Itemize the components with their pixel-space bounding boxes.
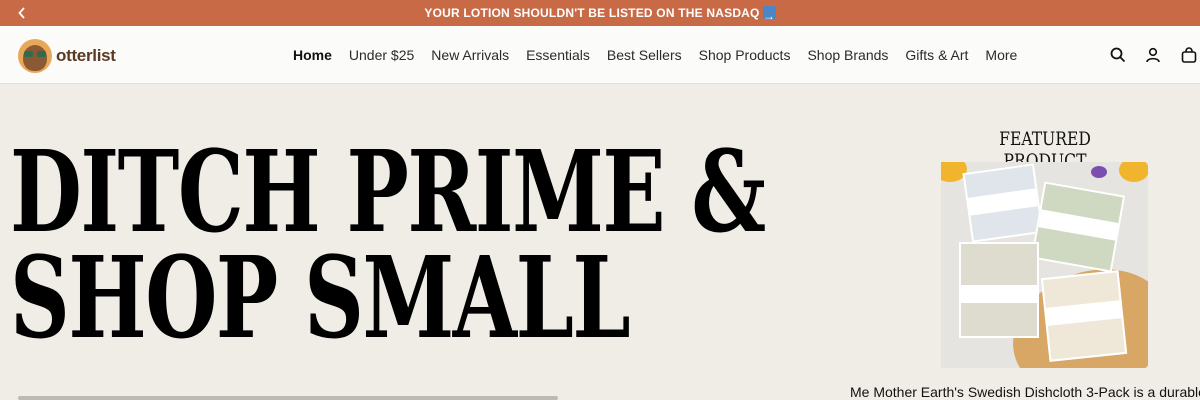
nav-item-essentials[interactable]: Essentials xyxy=(526,47,590,63)
nav-item-new-arrivals[interactable]: New Arrivals xyxy=(431,47,509,63)
search-icon[interactable] xyxy=(1110,47,1126,63)
nav-item-shop-brands[interactable]: Shop Brands xyxy=(807,47,888,63)
cart-icon[interactable] xyxy=(1181,47,1197,63)
nav-item-best-sellers[interactable]: Best Sellers xyxy=(607,47,682,63)
site-header: otterlist Home Under $25 New Arrivals Es… xyxy=(0,26,1200,84)
hero-line-1: DITCH PRIME & xyxy=(10,127,766,258)
nav-item-under-25[interactable]: Under $25 xyxy=(349,47,414,63)
featured-product-caption: Me Mother Earth's Swedish Dishcloth 3-Pa… xyxy=(850,384,1200,400)
nav-item-shop-products[interactable]: Shop Products xyxy=(699,47,791,63)
brand-name: otterlist xyxy=(56,46,116,65)
nav-item-more[interactable]: More xyxy=(985,47,1017,63)
otter-logo-icon xyxy=(18,39,52,73)
hero-heading: DITCH PRIME & SHOP SMALL xyxy=(10,127,766,364)
nav-item-gifts-art[interactable]: Gifts & Art xyxy=(905,47,968,63)
announcement-bar: YOUR LOTION SHOULDN'T BE LISTED ON THE N… xyxy=(0,0,1200,29)
account-icon[interactable] xyxy=(1145,47,1161,63)
logo[interactable]: otterlist xyxy=(18,39,116,73)
hero-line-2: SHOP SMALL xyxy=(10,233,631,364)
announcement-link[interactable]: YOUR LOTION SHOULDN'T BE LISTED ON THE N… xyxy=(0,0,1200,29)
nav-item-home[interactable]: Home xyxy=(293,47,332,63)
main-nav: Home Under $25 New Arrivals Essentials B… xyxy=(293,26,1034,84)
right-arrow-emoji xyxy=(762,3,776,29)
featured-product-image[interactable] xyxy=(941,162,1148,368)
announcement-text: YOUR LOTION SHOULDN'T BE LISTED ON THE N… xyxy=(424,6,760,20)
hero-subtext-cut-off xyxy=(18,396,558,400)
